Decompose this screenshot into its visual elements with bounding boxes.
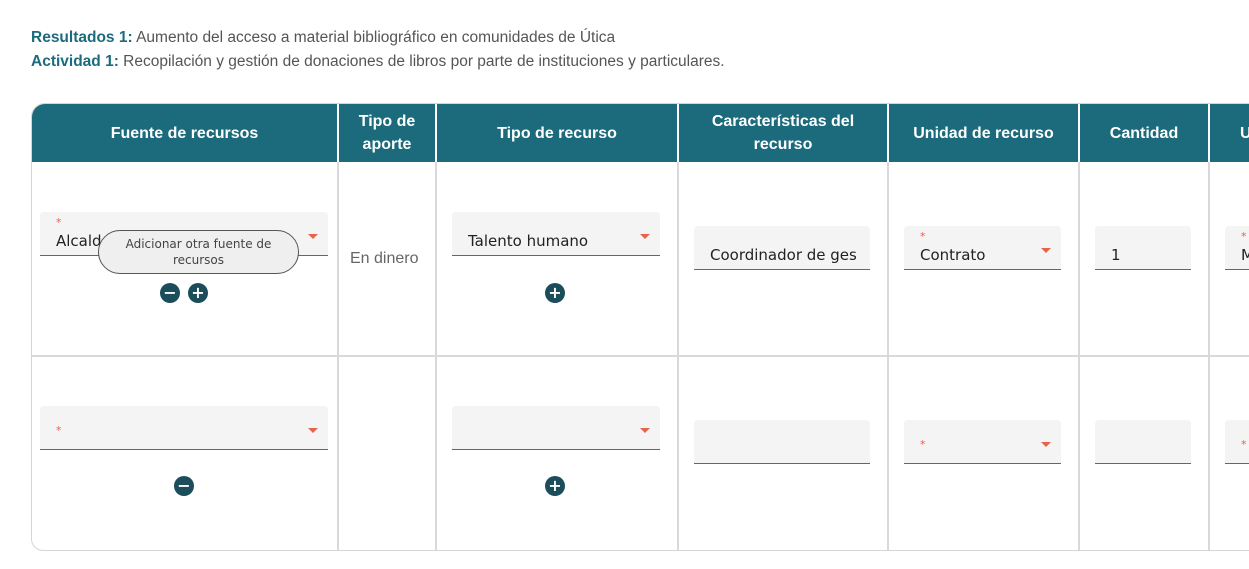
header-divider — [1078, 104, 1080, 162]
cantidad-value: 1 — [1111, 246, 1121, 264]
required-asterisk: * — [1241, 438, 1247, 451]
header-extra: U — [1210, 104, 1249, 162]
extra-value: M — [1241, 246, 1249, 264]
caret-down-icon — [1041, 247, 1051, 253]
resources-table: Fuente de recursos Tipo de aporte Tipo d… — [31, 103, 1249, 551]
header-divider — [337, 104, 339, 162]
header-divider — [1208, 104, 1210, 162]
caracteristicas-input[interactable]: Coordinador de ges — [694, 226, 870, 270]
column-divider — [337, 104, 339, 550]
result-label: Resultados 1: — [31, 29, 133, 46]
header-caracteristicas: Características del recurso — [679, 104, 887, 162]
add-source-tooltip: Adicionar otra fuente de recursos — [98, 230, 299, 274]
tipo-recurso-select[interactable] — [452, 406, 660, 450]
header-divider — [677, 104, 679, 162]
minus-circle-icon[interactable]: − — [174, 476, 194, 496]
header-tipo-recurso: Tipo de recurso — [437, 104, 677, 162]
activity-label: Actividad 1: — [31, 53, 119, 70]
activity-line: Actividad 1: Recopilación y gestión de d… — [31, 50, 725, 74]
header-divider — [887, 104, 889, 162]
header-cantidad: Cantidad — [1080, 104, 1208, 162]
caret-down-icon — [640, 233, 650, 239]
column-divider — [1208, 104, 1210, 550]
caret-down-icon — [1041, 441, 1051, 447]
required-asterisk: * — [920, 230, 926, 243]
caracteristicas-input[interactable] — [694, 420, 870, 464]
extra-select[interactable]: * M — [1225, 226, 1249, 270]
unidad-value: Contrato — [920, 246, 986, 264]
unidad-select[interactable]: * — [904, 420, 1061, 464]
required-asterisk: * — [1241, 230, 1247, 243]
column-divider — [887, 104, 889, 550]
caret-down-icon — [640, 427, 650, 433]
caret-down-icon — [308, 233, 318, 239]
result-text: Aumento del acceso a material bibliográf… — [136, 29, 616, 46]
result-line: Resultados 1: Aumento del acceso a mater… — [31, 26, 725, 50]
cantidad-input[interactable]: 1 — [1095, 226, 1191, 270]
fuente-value: Alcald — [56, 232, 102, 250]
required-asterisk: * — [920, 438, 926, 451]
minus-circle-icon[interactable]: − — [160, 283, 180, 303]
column-divider — [677, 104, 679, 550]
activity-info: Resultados 1: Aumento del acceso a mater… — [31, 26, 725, 74]
column-divider — [1078, 104, 1080, 550]
tipo-recurso-select[interactable]: Talento humano — [452, 212, 660, 256]
tipo-aporte-value: En dinero — [350, 250, 419, 267]
caracteristicas-value: Coordinador de ges — [710, 246, 857, 264]
required-asterisk: * — [56, 424, 62, 437]
plus-circle-icon[interactable]: + — [188, 283, 208, 303]
header-divider — [435, 104, 437, 162]
activity-text: Recopilación y gestión de donaciones de … — [123, 53, 725, 70]
row-divider — [32, 355, 1249, 357]
header-fuente: Fuente de recursos — [32, 104, 337, 162]
required-asterisk: * — [56, 216, 62, 229]
extra-select[interactable]: * — [1225, 420, 1249, 464]
caret-down-icon — [308, 427, 318, 433]
unidad-select[interactable]: * Contrato — [904, 226, 1061, 270]
fuente-select[interactable]: * — [40, 406, 328, 450]
column-divider — [435, 104, 437, 550]
tipo-recurso-value: Talento humano — [468, 232, 589, 250]
header-tipo-aporte: Tipo de aporte — [339, 104, 435, 162]
plus-circle-icon[interactable]: + — [545, 283, 565, 303]
cantidad-input[interactable] — [1095, 420, 1191, 464]
plus-circle-icon[interactable]: + — [545, 476, 565, 496]
header-unidad: Unidad de recurso — [889, 104, 1078, 162]
